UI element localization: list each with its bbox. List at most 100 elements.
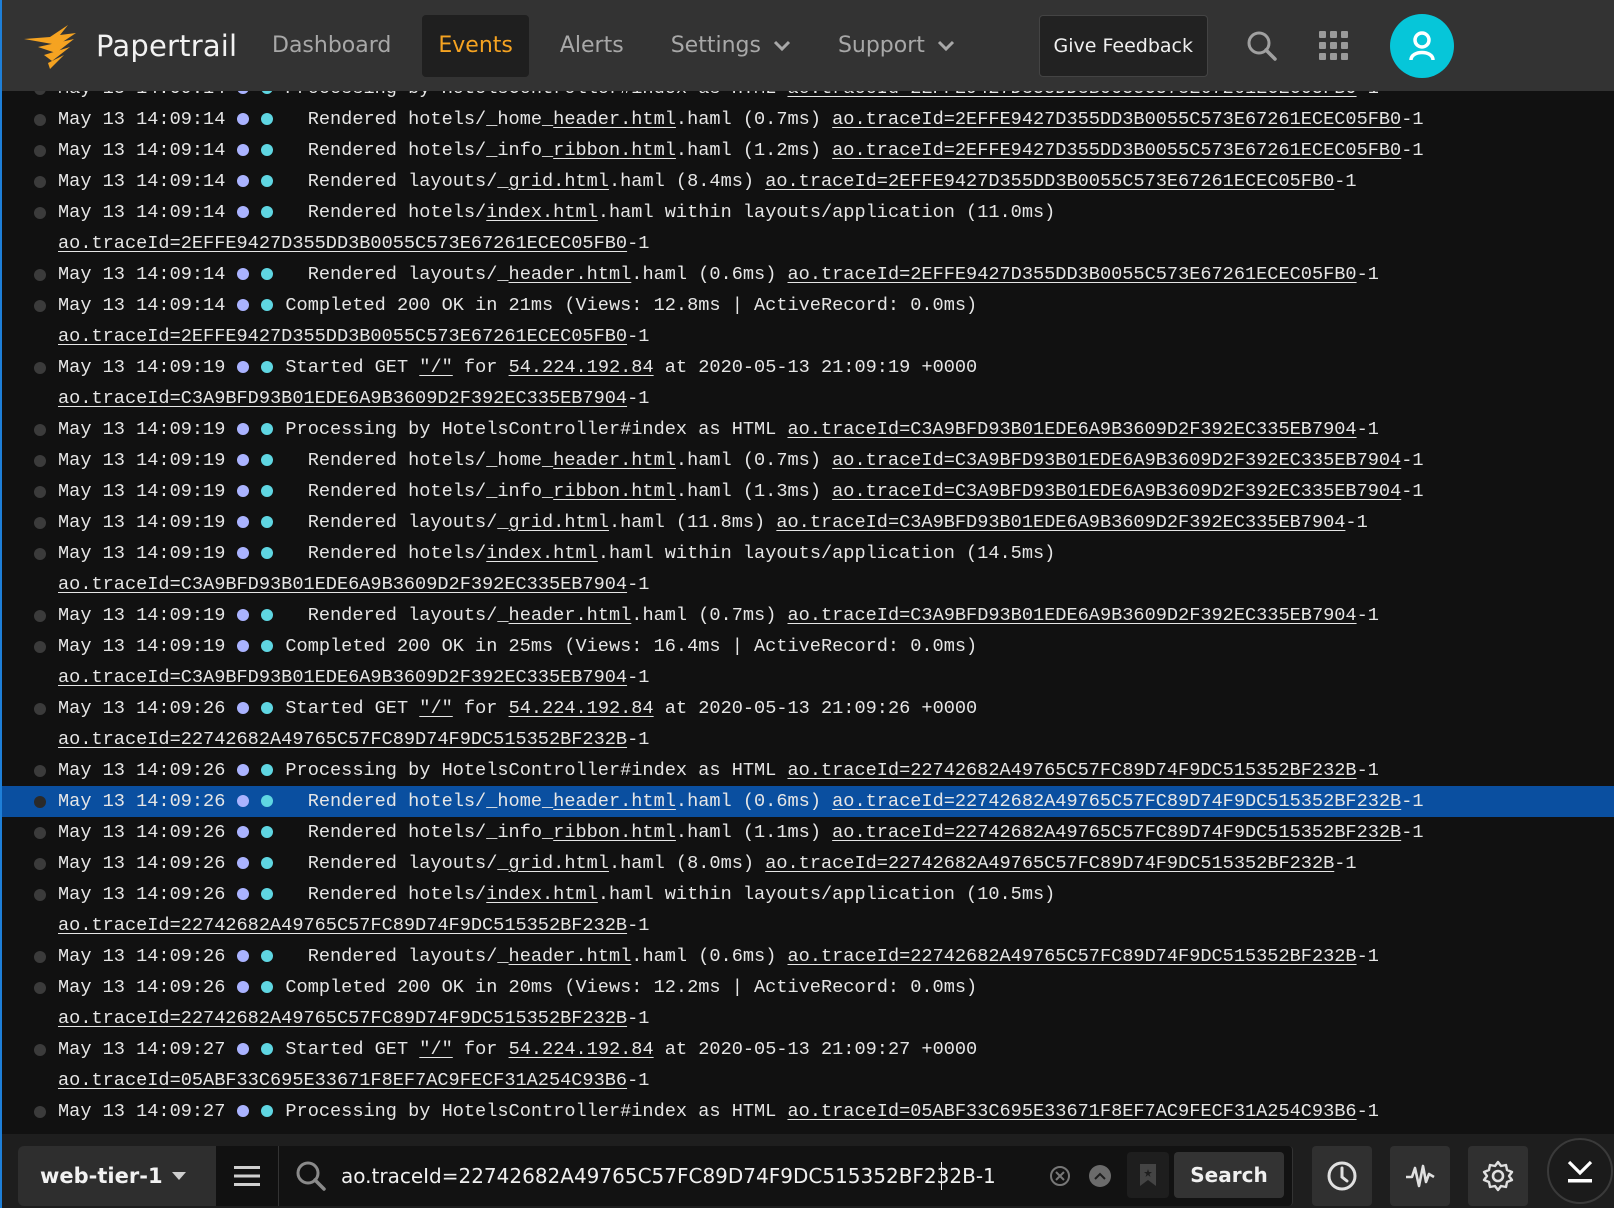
log-link[interactable]: index.html	[486, 543, 598, 564]
log-event-row-continuation[interactable]: ao.traceId=C3A9BFD93B01EDE6A9B3609D2F392…	[2, 383, 1614, 414]
logo[interactable]: Papertrail	[22, 23, 244, 69]
system-selector[interactable]: web-tier-1	[18, 1146, 216, 1206]
log-link[interactable]: header.html	[509, 946, 632, 967]
program-dot-icon[interactable]	[261, 857, 274, 869]
program-dot-icon[interactable]	[261, 1105, 274, 1117]
event-timestamp[interactable]: May 13 14:09:19	[58, 450, 225, 471]
host-dot-icon[interactable]	[237, 609, 250, 621]
log-link[interactable]: ao.traceId=C3A9BFD93B01EDE6A9B3609D2F392…	[776, 512, 1345, 533]
program-dot-icon[interactable]	[261, 485, 274, 497]
log-event-row[interactable]: May 13 14:09:19 Rendered layouts/_header…	[2, 600, 1614, 631]
log-event-row[interactable]: May 13 14:09:26 Rendered layouts/_grid.h…	[2, 848, 1614, 879]
host-dot-icon[interactable]	[237, 268, 250, 280]
log-event-row[interactable]: May 13 14:09:19 Rendered hotels/index.ht…	[2, 538, 1614, 569]
program-dot-icon[interactable]	[261, 609, 274, 621]
event-timestamp[interactable]: May 13 14:09:14	[58, 202, 225, 223]
log-link[interactable]: ao.traceId=C3A9BFD93B01EDE6A9B3609D2F392…	[832, 450, 1401, 471]
event-timestamp[interactable]: May 13 14:09:19	[58, 543, 225, 564]
log-link[interactable]: ao.traceId=2EFFE9427D355DD3B0055C573E672…	[58, 326, 627, 347]
host-dot-icon[interactable]	[237, 1105, 250, 1117]
log-event-row[interactable]: May 13 14:09:19 Rendered hotels/_info_ri…	[2, 476, 1614, 507]
nav-support[interactable]: Support	[822, 15, 971, 77]
host-dot-icon[interactable]	[237, 454, 250, 466]
program-dot-icon[interactable]	[261, 361, 274, 373]
host-dot-icon[interactable]	[237, 981, 250, 993]
log-event-row[interactable]: May 13 14:09:26 Processing by HotelsContr…	[2, 755, 1614, 786]
program-dot-icon[interactable]	[261, 888, 274, 900]
event-timestamp[interactable]: May 13 14:09:26	[58, 822, 225, 843]
log-link[interactable]: header.html	[553, 450, 676, 471]
log-event-row[interactable]: May 13 14:09:14 Rendered hotels/_home_he…	[2, 104, 1614, 135]
log-event-row-continuation[interactable]: ao.traceId=22742682A49765C57FC89D74F9DC5…	[2, 1003, 1614, 1034]
log-link[interactable]: ao.traceId=22742682A49765C57FC89D74F9DC5…	[58, 729, 627, 750]
program-dot-icon[interactable]	[261, 764, 274, 776]
event-log[interactable]: May 13 14:09:14 Processing by HotelsContr…	[2, 90, 1614, 1135]
settings-button[interactable]	[1468, 1146, 1528, 1206]
program-dot-icon[interactable]	[261, 175, 274, 187]
log-link[interactable]: ao.traceId=22742682A49765C57FC89D74F9DC5…	[58, 915, 627, 936]
log-event-row[interactable]: May 13 14:09:14 Rendered hotels/index.ht…	[2, 197, 1614, 228]
host-dot-icon[interactable]	[237, 206, 250, 218]
log-event-row-continuation[interactable]: ao.traceId=22742682A49765C57FC89D74F9DC5…	[2, 724, 1614, 755]
program-dot-icon[interactable]	[261, 454, 274, 466]
log-link[interactable]: header.html	[509, 605, 632, 626]
log-link[interactable]: ao.traceId=2EFFE9427D355DD3B0055C573E672…	[788, 264, 1357, 285]
log-link[interactable]: ao.traceId=2EFFE9427D355DD3B0055C573E672…	[832, 109, 1401, 130]
event-timestamp[interactable]: May 13 14:09:26	[58, 791, 225, 812]
program-dot-icon[interactable]	[261, 299, 274, 311]
program-dot-icon[interactable]	[261, 516, 274, 528]
program-dot-icon[interactable]	[261, 113, 274, 125]
log-link[interactable]: grid.html	[509, 512, 609, 533]
nav-settings[interactable]: Settings	[655, 15, 807, 77]
log-link[interactable]: ao.traceId=22742682A49765C57FC89D74F9DC5…	[832, 822, 1401, 843]
log-link[interactable]: ao.traceId=2EFFE9427D355DD3B0055C573E672…	[832, 140, 1401, 161]
host-dot-icon[interactable]	[237, 547, 250, 559]
event-timestamp[interactable]: May 13 14:09:19	[58, 605, 225, 626]
program-dot-icon[interactable]	[261, 795, 274, 807]
event-timestamp[interactable]: May 13 14:09:26	[58, 698, 225, 719]
log-link[interactable]: ao.traceId=C3A9BFD93B01EDE6A9B3609D2F392…	[58, 574, 627, 595]
log-link[interactable]: ao.traceId=C3A9BFD93B01EDE6A9B3609D2F392…	[788, 419, 1357, 440]
program-dot-icon[interactable]	[261, 950, 274, 962]
host-dot-icon[interactable]	[237, 361, 250, 373]
event-timestamp[interactable]: May 13 14:09:27	[58, 1039, 225, 1060]
log-link[interactable]: index.html	[486, 884, 598, 905]
nav-events[interactable]: Events	[422, 14, 529, 77]
program-dot-icon[interactable]	[261, 144, 274, 156]
apps-grid-icon[interactable]	[1316, 28, 1352, 64]
event-timestamp[interactable]: May 13 14:09:19	[58, 419, 225, 440]
log-event-row[interactable]: May 13 14:09:26 Rendered layouts/_header…	[2, 941, 1614, 972]
host-dot-icon[interactable]	[237, 640, 250, 652]
collapse-up-icon[interactable]	[1089, 1165, 1111, 1187]
log-link[interactable]: ao.traceId=22742682A49765C57FC89D74F9DC5…	[765, 853, 1334, 874]
log-link[interactable]: index.html	[486, 202, 598, 223]
search-input[interactable]	[341, 1158, 1041, 1194]
host-dot-icon[interactable]	[237, 299, 250, 311]
host-dot-icon[interactable]	[237, 764, 250, 776]
host-dot-icon[interactable]	[237, 795, 250, 807]
log-link[interactable]: ao.traceId=C3A9BFD93B01EDE6A9B3609D2F392…	[788, 605, 1357, 626]
log-link[interactable]: header.html	[553, 791, 676, 812]
host-dot-icon[interactable]	[237, 950, 250, 962]
log-event-row-continuation[interactable]: ao.traceId=C3A9BFD93B01EDE6A9B3609D2F392…	[2, 662, 1614, 693]
log-link[interactable]: ao.traceId=22742682A49765C57FC89D74F9DC5…	[58, 1008, 627, 1029]
save-search-button[interactable]	[1127, 1152, 1169, 1198]
log-link[interactable]: 54.224.192.84	[509, 698, 654, 719]
event-timestamp[interactable]: May 13 14:09:19	[58, 357, 225, 378]
nav-alerts[interactable]: Alerts	[544, 15, 640, 77]
log-event-row[interactable]: May 13 14:09:19 Rendered hotels/_home_he…	[2, 445, 1614, 476]
event-timestamp[interactable]: May 13 14:09:26	[58, 946, 225, 967]
log-link[interactable]: ao.traceId=05ABF33C695E33671F8EF7AC9FECF…	[58, 1070, 627, 1091]
program-dot-icon[interactable]	[261, 826, 274, 838]
search-icon[interactable]	[1244, 28, 1280, 64]
host-dot-icon[interactable]	[237, 423, 250, 435]
host-dot-icon[interactable]	[237, 113, 250, 125]
saved-searches-menu-button[interactable]	[216, 1146, 278, 1206]
log-link[interactable]: header.html	[509, 264, 632, 285]
log-event-row[interactable]: May 13 14:09:19 Rendered layouts/_grid.h…	[2, 507, 1614, 538]
log-event-row-continuation[interactable]: ao.traceId=2EFFE9427D355DD3B0055C573E672…	[2, 228, 1614, 259]
log-event-row-continuation[interactable]: ao.traceId=2EFFE9427D355DD3B0055C573E672…	[2, 321, 1614, 352]
program-dot-icon[interactable]	[261, 547, 274, 559]
log-link[interactable]: ao.traceId=2EFFE9427D355DD3B0055C573E672…	[58, 233, 627, 254]
event-timestamp[interactable]: May 13 14:09:14	[58, 264, 225, 285]
